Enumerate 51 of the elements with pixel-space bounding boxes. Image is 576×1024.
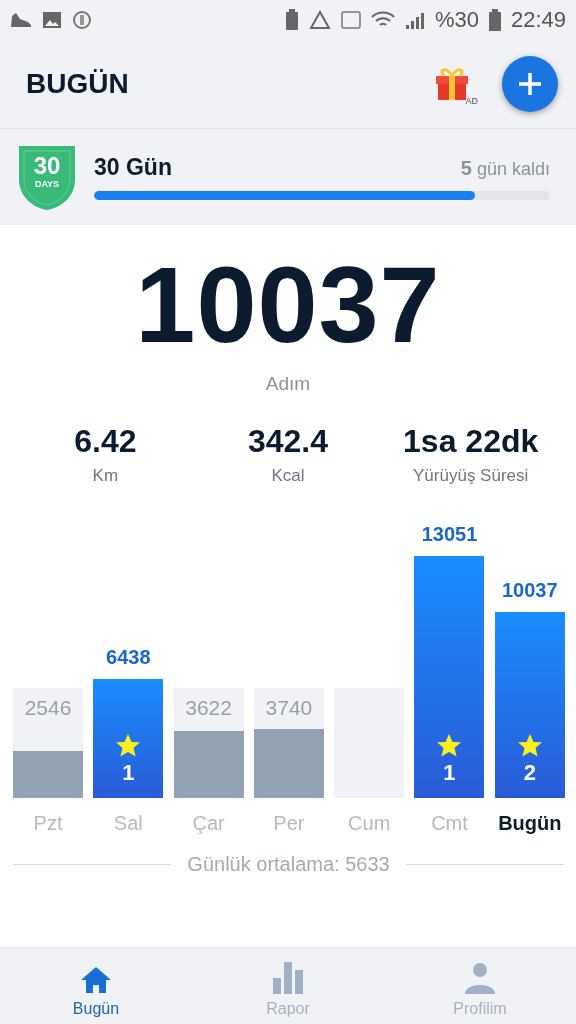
signal-icon <box>404 11 425 29</box>
bar <box>13 750 83 798</box>
bar-value: 10037 <box>501 578 558 602</box>
image-icon <box>42 11 62 29</box>
day-label: Cum <box>348 812 391 835</box>
bar-chart-icon <box>273 962 303 994</box>
day-label: Pzt <box>33 812 63 835</box>
bar <box>173 730 244 798</box>
daily-average: Günlük ortalama: 5633 <box>187 853 390 876</box>
day-label: Çar <box>192 812 225 835</box>
gift-button[interactable]: AD <box>432 62 476 106</box>
person-icon <box>464 962 496 994</box>
stat-value: 1sa 22dk <box>403 423 539 460</box>
shoe-icon <box>10 12 32 28</box>
page-title: BUGÜN <box>26 68 130 100</box>
ad-label: AD <box>465 96 478 106</box>
clock-time: 22:49 <box>510 7 566 33</box>
stat-label: Km <box>92 466 119 486</box>
add-button[interactable] <box>502 56 558 112</box>
battery-percent: %30 <box>434 7 479 33</box>
battery-icon <box>488 9 501 31</box>
day-label: Cmt <box>431 812 468 835</box>
stat-value: 342.4 <box>247 423 329 460</box>
star-count: 1 <box>122 762 135 784</box>
stat-label: Yürüyüş Süresi <box>413 466 529 486</box>
step-label: Adım <box>265 373 311 395</box>
day-label: Bugün <box>498 812 562 835</box>
nav-tab[interactable]: Bugün <box>0 948 192 1024</box>
stat-value: 6.42 <box>74 423 137 460</box>
star-icon <box>436 733 463 758</box>
bar-value: 13051 <box>421 523 478 546</box>
stat-label: Kcal <box>271 466 305 486</box>
home-icon <box>80 966 112 994</box>
bar-value: 3622 <box>185 696 232 720</box>
challenge-title: 30 Gün <box>94 154 172 181</box>
day-label: Sal <box>113 812 143 835</box>
bar <box>253 728 324 798</box>
bar-value: 6438 <box>106 645 151 669</box>
badge-caption: DAYS <box>34 179 60 189</box>
triangle-icon <box>308 10 331 30</box>
star-count: 1 <box>443 762 456 784</box>
plus-icon <box>517 71 543 97</box>
star-icon <box>516 733 543 758</box>
step-count: 10037 <box>135 249 441 361</box>
bar-value: 3740 <box>265 696 313 720</box>
days-remaining: 5 gün kaldı <box>460 157 550 180</box>
star-count: 2 <box>523 762 536 784</box>
day-label: Per <box>273 812 305 835</box>
star-icon <box>115 733 142 758</box>
badge-number: 30 <box>33 153 61 179</box>
bar-value: 2546 <box>24 696 72 720</box>
